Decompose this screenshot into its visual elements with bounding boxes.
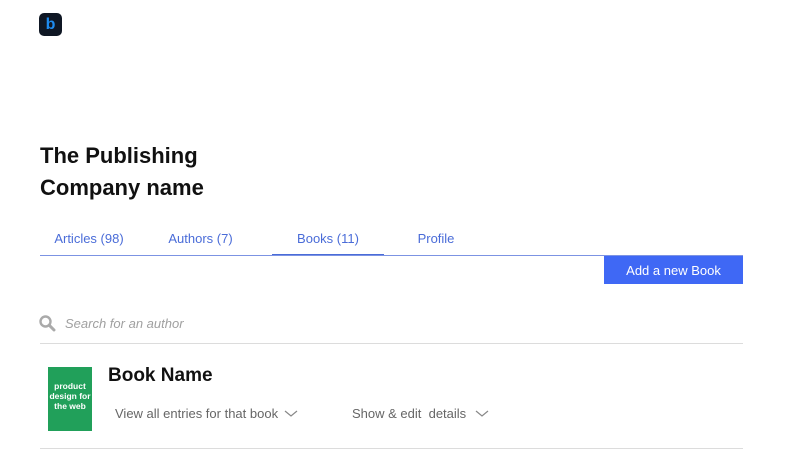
chevron-down-icon <box>475 410 489 417</box>
book-name: Book Name <box>108 365 213 386</box>
chevron-down-icon <box>284 410 298 417</box>
add-book-button[interactable]: Add a new Book <box>604 256 743 284</box>
tab-authors[interactable]: Authors (7) <box>158 222 243 254</box>
search-icon[interactable] <box>38 314 56 332</box>
search-bar <box>38 312 743 334</box>
logo-letter: b <box>45 15 56 33</box>
show-details-label: Show & edit details <box>352 406 467 421</box>
book-cover-fineprint <box>48 378 92 381</box>
tab-books[interactable]: Books (11) <box>272 222 384 256</box>
search-input[interactable] <box>65 315 465 331</box>
book-cover-image[interactable]: product design for the web <box>48 367 92 431</box>
book-cover-title: product design for the web <box>49 381 91 411</box>
view-entries-label: View all entries for that book <box>115 406 279 421</box>
tab-articles[interactable]: Articles (98) <box>45 222 133 254</box>
tab-bar: Articles (98) Authors (7) Books (11) Pro… <box>40 222 744 256</box>
logo-icon[interactable]: b <box>39 13 62 36</box>
tab-profile[interactable]: Profile <box>408 222 464 254</box>
view-entries-link[interactable]: View all entries for that book <box>115 406 298 421</box>
company-title: The Publishing Company name <box>40 143 204 200</box>
show-details-link[interactable]: Show & edit details <box>352 406 489 421</box>
list-divider-top <box>40 343 743 344</box>
list-divider-bottom <box>40 448 743 449</box>
